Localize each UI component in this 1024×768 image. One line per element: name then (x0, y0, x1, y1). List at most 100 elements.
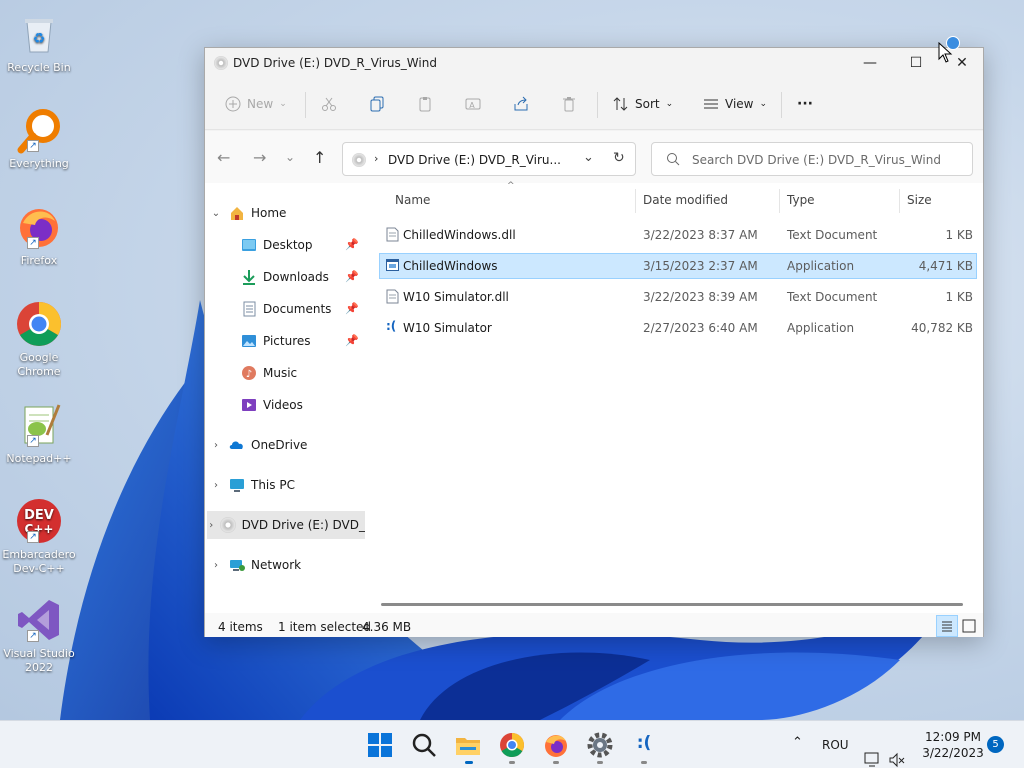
rename-button[interactable]: A (465, 92, 481, 116)
nav-item-dvd-drive[interactable]: › DVD Drive (E:) DVD_ (207, 511, 365, 539)
language-indicator[interactable]: ROU (822, 738, 849, 768)
column-divider[interactable] (779, 189, 780, 213)
nav-item-desktop[interactable]: Desktop 📌 (241, 231, 363, 259)
up-arrow-icon[interactable]: ↑ (313, 148, 326, 167)
desktop-icon-notepad-plus-plus[interactable]: ↗ Notepad++ (2, 401, 76, 466)
file-row[interactable]: ChilledWindows.dll 3/22/2023 8:37 AM Tex… (379, 222, 977, 248)
desktop-icon-visual-studio[interactable]: ↗ Visual Studio 2022 (2, 596, 76, 675)
selection-size: 4.36 MB (362, 620, 412, 634)
selection-info: 1 item selected (278, 620, 372, 634)
file-row[interactable]: :( W10 Simulator 2/27/2023 6:40 AM Appli… (379, 315, 977, 341)
nav-item-videos[interactable]: Videos (241, 391, 363, 419)
paste-button[interactable] (417, 92, 433, 116)
expand-chevron-icon[interactable]: › (209, 440, 223, 451)
everything-search-icon: ↗ (15, 106, 63, 154)
forward-arrow-icon[interactable]: → (253, 148, 266, 167)
nav-label: Network (251, 558, 302, 572)
refresh-icon[interactable]: ↻ (613, 150, 625, 166)
column-header-type[interactable]: Type (787, 193, 815, 207)
file-date: 2/27/2023 6:40 AM (643, 321, 758, 335)
delete-button[interactable] (561, 92, 577, 116)
running-indicator (553, 761, 559, 764)
recent-locations-chevron-icon[interactable]: ⌄ (285, 150, 295, 164)
expand-chevron-icon[interactable]: ⌄ (209, 208, 223, 219)
more-options-button[interactable]: ··· (797, 92, 813, 116)
file-row-selected[interactable]: ChilledWindows 3/15/2023 2:37 AM Applica… (379, 253, 977, 279)
desktop-icon-firefox[interactable]: ↗ Firefox (2, 203, 76, 268)
file-size: 40,782 KB (911, 321, 973, 335)
nav-item-documents[interactable]: Documents 📌 (241, 295, 363, 323)
firefox-icon[interactable] (542, 731, 570, 759)
videos-icon (242, 399, 256, 411)
file-name: W10 Simulator.dll (403, 290, 509, 304)
maximize-button[interactable]: ☐ (893, 48, 939, 78)
settings-gear-icon[interactable] (586, 731, 614, 759)
new-button[interactable]: New ⌄ (225, 92, 287, 116)
view-button[interactable]: View ⌄ (703, 92, 767, 116)
column-header-date-modified[interactable]: Date modified (643, 193, 728, 207)
expand-chevron-icon[interactable]: › (209, 520, 214, 531)
nav-item-pictures[interactable]: Pictures 📌 (241, 327, 363, 355)
nav-item-downloads[interactable]: Downloads 📌 (241, 263, 363, 291)
clipboard-icon (419, 97, 431, 112)
content-area: ⌄ Home Desktop 📌 Downloads 📌 Documents 📌 (205, 181, 983, 613)
back-arrow-icon[interactable]: ← (217, 148, 230, 167)
show-hidden-icons-chevron-icon[interactable]: ⌃ (792, 735, 803, 768)
file-list: ^ Name Date modified Type Size ChilledWi… (377, 181, 983, 613)
firefox-icon: ↗ (15, 203, 63, 251)
cut-button[interactable] (321, 92, 337, 116)
nav-item-home[interactable]: ⌄ Home (209, 199, 367, 227)
chrome-icon[interactable] (498, 731, 526, 759)
file-explorer-window: DVD Drive (E:) DVD_R_Virus_Wind — ☐ ✕ Ne… (204, 47, 984, 637)
nav-item-onedrive[interactable]: › OneDrive (209, 431, 367, 459)
shortcut-arrow-icon: ↗ (27, 435, 39, 447)
sort-button[interactable]: Sort ⌄ (613, 92, 673, 116)
sad-face-app-taskbar-icon[interactable]: :( (630, 733, 658, 761)
column-divider[interactable] (899, 189, 900, 213)
column-divider[interactable] (635, 189, 636, 213)
details-view-button[interactable] (936, 615, 958, 637)
nav-item-this-pc[interactable]: › This PC (209, 471, 367, 499)
desktop-icon-recycle-bin[interactable]: ♻ Recycle Bin (2, 10, 76, 75)
desktop-icon-google-chrome[interactable]: Google Chrome (2, 300, 76, 379)
divider (597, 92, 598, 118)
tiles-view-button[interactable] (958, 615, 980, 637)
shortcut-arrow-icon: ↗ (27, 531, 39, 543)
nav-item-music[interactable]: ♪ Music (241, 359, 363, 387)
pictures-icon (242, 335, 256, 347)
file-type: Text Document (787, 290, 878, 304)
horizontal-scrollbar[interactable] (381, 603, 963, 606)
title-bar[interactable]: DVD Drive (E:) DVD_R_Virus_Wind — ☐ ✕ (205, 48, 983, 78)
column-header-size[interactable]: Size (907, 193, 932, 207)
file-size: 4,471 KB (918, 259, 973, 273)
nav-label: DVD Drive (E:) DVD_ (241, 518, 365, 532)
search-icon[interactable] (410, 731, 438, 759)
start-windows-icon[interactable] (366, 731, 394, 759)
nav-item-network[interactable]: › Network (209, 551, 367, 579)
volume-muted-icon[interactable] (888, 736, 906, 768)
desktop-icon-label: Google Chrome (17, 351, 61, 378)
expand-chevron-icon[interactable]: › (209, 480, 223, 491)
copy-icon (370, 96, 384, 112)
file-explorer-icon[interactable] (454, 731, 482, 759)
svg-text:♻: ♻ (33, 31, 46, 47)
nav-label: Music (263, 366, 298, 380)
clock[interactable]: 12:09 PM 3/22/2023 (916, 729, 990, 761)
application-icon (386, 259, 399, 271)
network-monitor-icon[interactable] (864, 736, 882, 768)
copy-button[interactable] (369, 92, 385, 116)
file-row[interactable]: W10 Simulator.dll 3/22/2023 8:39 AM Text… (379, 284, 977, 310)
desktop-icon-dev-cpp[interactable]: DEV C++ ↗ Embarcadero Dev-C++ (2, 497, 76, 576)
notification-badge[interactable]: 5 (987, 736, 1004, 753)
minimize-button[interactable]: — (847, 48, 893, 78)
rename-icon: A (465, 98, 481, 110)
address-dropdown-icon[interactable]: ⌄ (583, 150, 594, 165)
search-field[interactable]: Search DVD Drive (E:) DVD_R_Virus_Wind (651, 142, 973, 176)
share-button[interactable] (513, 92, 529, 116)
column-header-name[interactable]: Name (395, 193, 430, 207)
desktop-icon-everything[interactable]: ↗ Everything (2, 106, 76, 171)
expand-chevron-icon[interactable]: › (209, 560, 223, 571)
address-field[interactable]: › DVD Drive (E:) DVD_R_Viru... ⌄ ↻ (342, 142, 636, 176)
running-indicator (597, 761, 603, 764)
computer-icon (230, 479, 244, 492)
